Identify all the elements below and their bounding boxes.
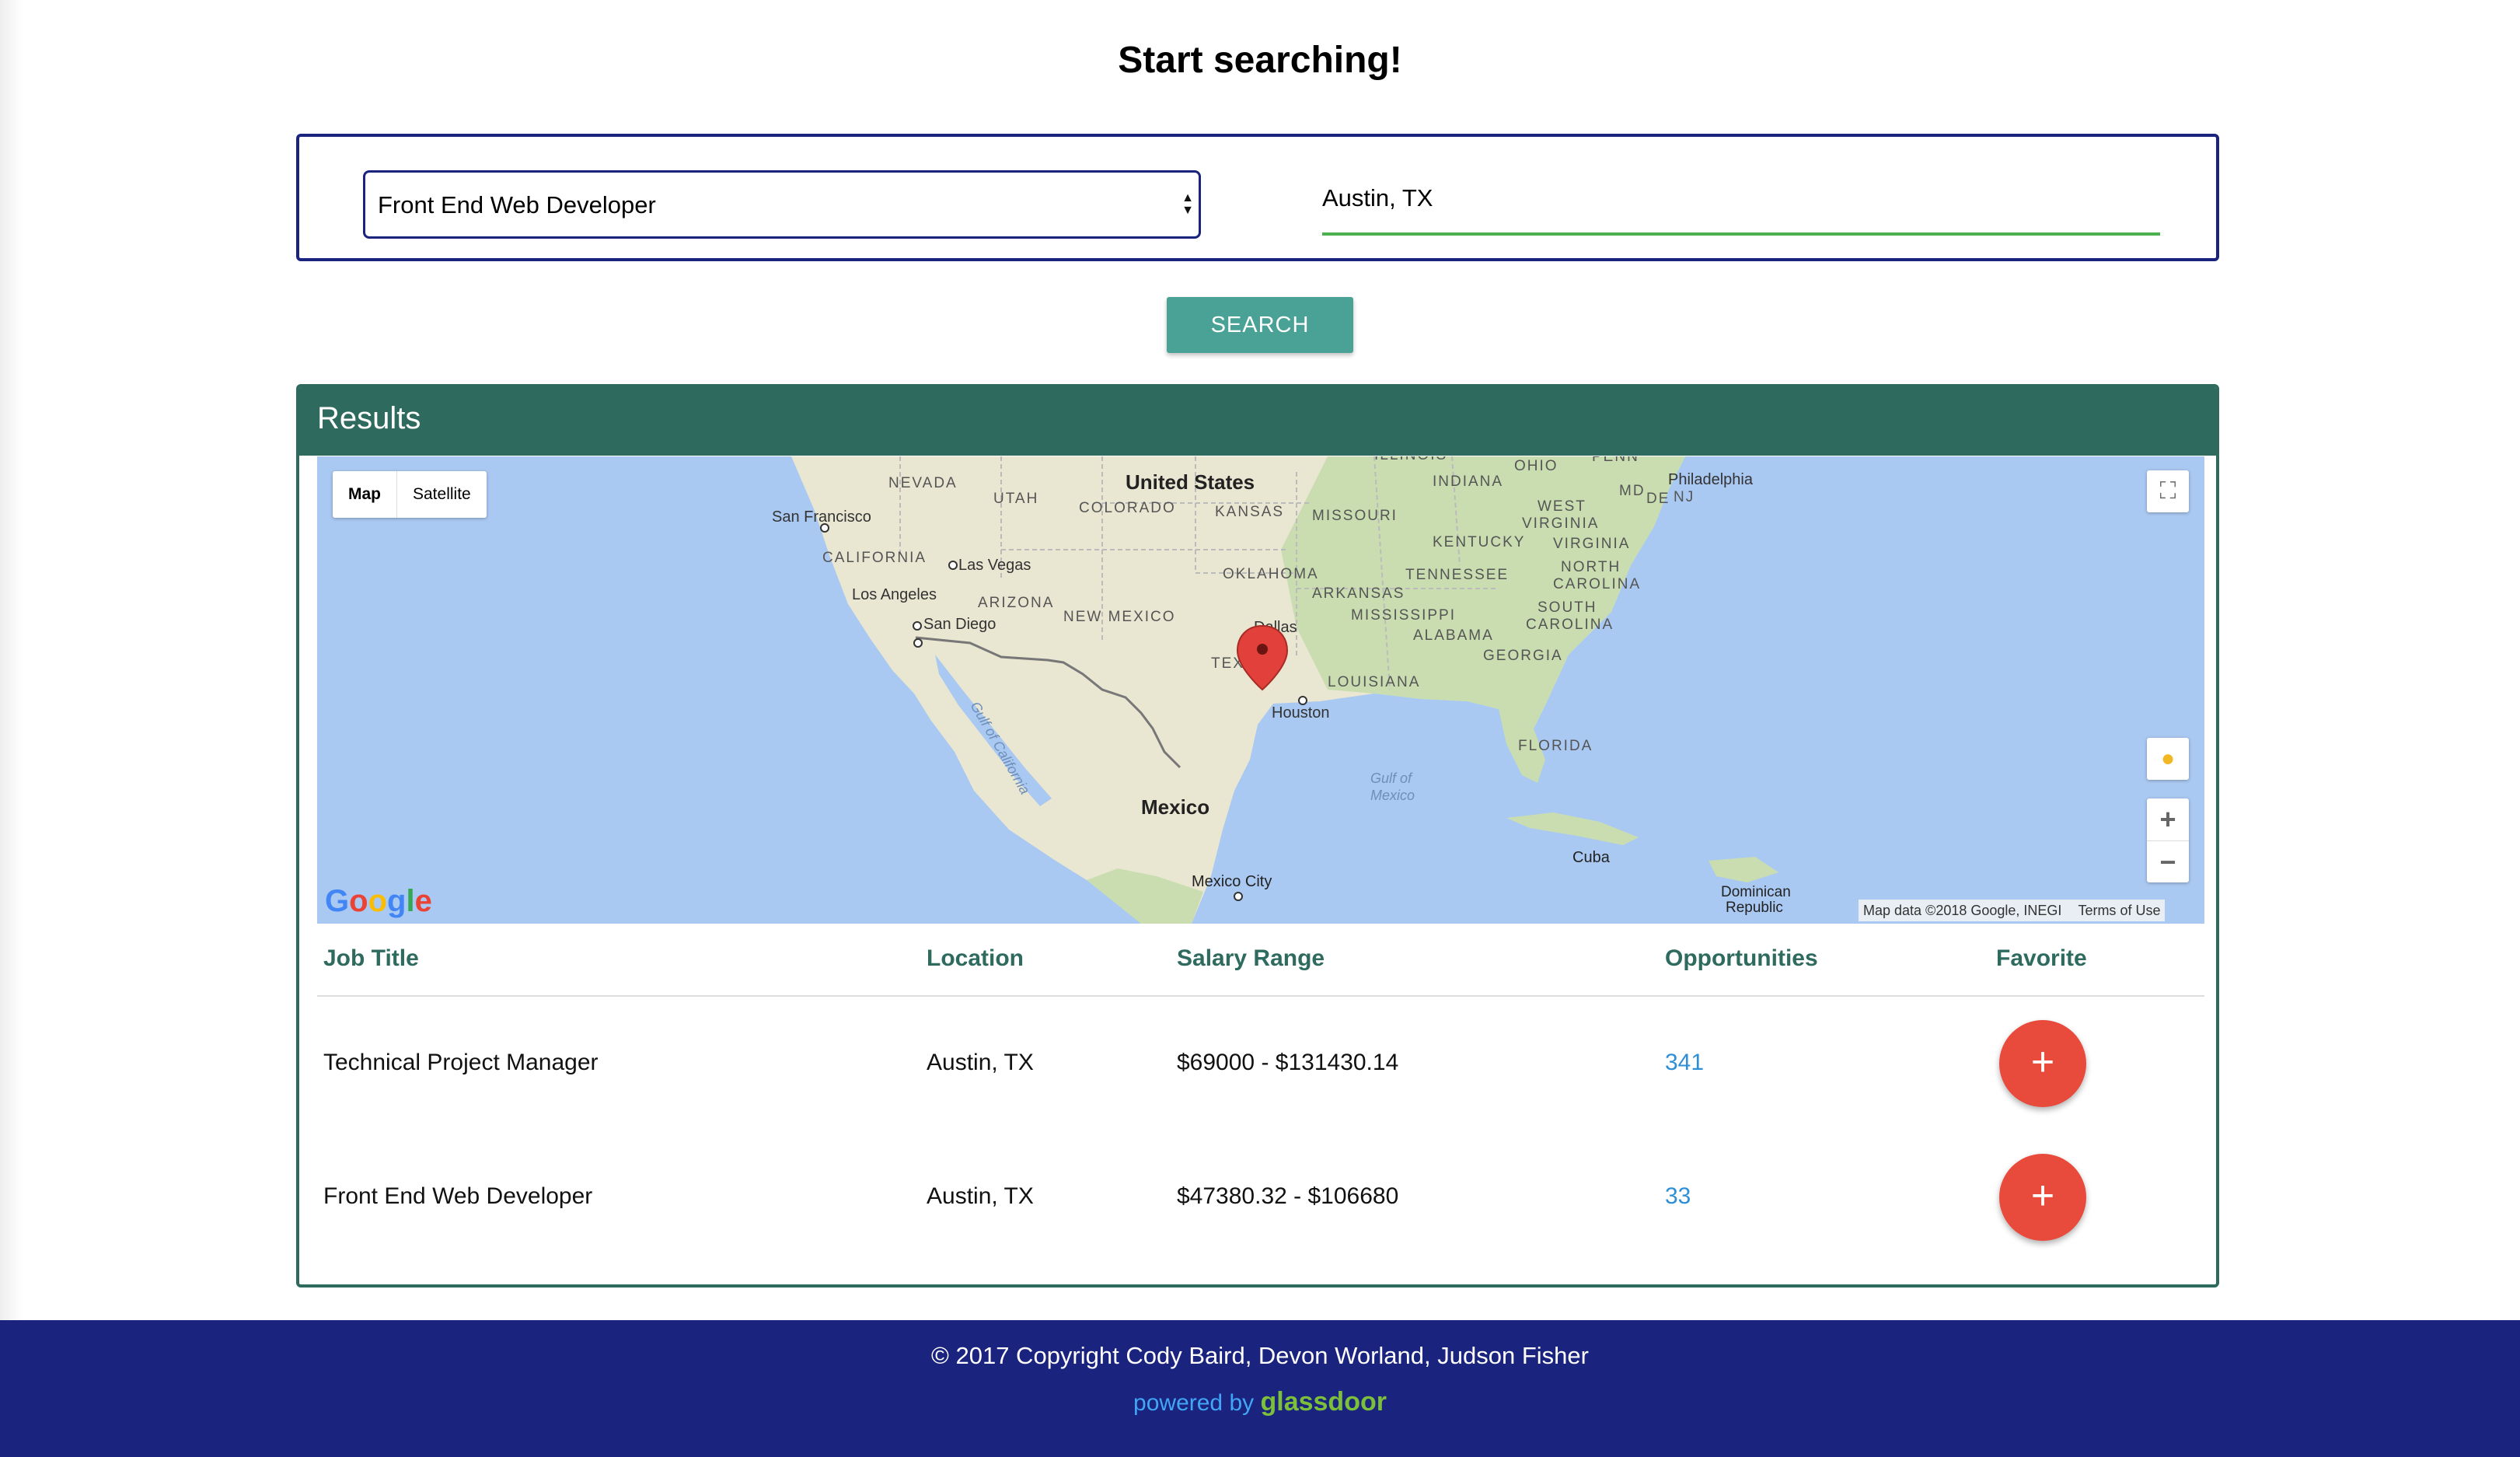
map-label: CALIFORNIA — [822, 550, 927, 566]
map-attribution-text: Map data ©2018 Google, INEGI — [1863, 903, 2062, 918]
row-opportunities-link[interactable]: 33 — [1665, 1130, 1691, 1263]
results-map[interactable]: United States Mexico NEVADA UTAH COLORAD… — [317, 456, 2204, 924]
map-attribution: Map data ©2018 Google, INEGI Terms of Us… — [1859, 900, 2166, 921]
page-title: Start searching! — [1118, 40, 1402, 81]
location-input[interactable]: Austin, TX — [1322, 170, 2160, 236]
map-label: Philadelphia — [1668, 471, 1754, 488]
map-label: Cuba — [1572, 849, 1611, 866]
map-type-map-button[interactable]: Map — [333, 471, 396, 518]
map-label: Mexico — [1370, 788, 1415, 803]
zoom-control: + − — [2147, 798, 2189, 882]
job-title-select[interactable]: Front End Web Developer ▲ ▼ — [363, 170, 1201, 239]
map-label: VIRGINIA — [1522, 515, 1599, 532]
terms-of-use-link[interactable]: Terms of Use — [2078, 903, 2160, 918]
map-type-satellite-button[interactable]: Satellite — [396, 471, 487, 518]
map-label: Republic — [1726, 900, 1783, 916]
glassdoor-logo[interactable]: glassdoor — [1260, 1387, 1386, 1417]
map-label: Gulf of — [1370, 770, 1413, 786]
map-label: NORTH — [1561, 559, 1621, 575]
map-label: Houston — [1272, 704, 1330, 722]
map-label: UTAH — [993, 491, 1038, 507]
table-row: Technical Project Manager Austin, TX $69… — [317, 997, 2204, 1129]
map-label: MISSISSIPPI — [1351, 607, 1456, 624]
row-location: Austin, TX — [927, 1050, 1034, 1075]
row-salary-range: $69000 - $131430.14 — [1177, 1050, 1399, 1075]
map-label: Mexico — [1141, 795, 1209, 819]
job-title-select-value: Front End Web Developer — [378, 191, 656, 218]
map-label: ALABAMA — [1413, 627, 1494, 644]
map-label: ARKANSAS — [1312, 585, 1405, 602]
map-label: Mexico City — [1192, 873, 1272, 890]
map-label: San Diego — [923, 616, 996, 633]
map-label: KANSAS — [1215, 504, 1284, 520]
results-card: Results United States Mexico NEVADA UTAH… — [296, 384, 2219, 1288]
map-label: ARIZONA — [978, 595, 1054, 611]
map-label: San Francisco — [772, 508, 871, 526]
map-label: CAROLINA — [1553, 576, 1641, 592]
map-label: FLORIDA — [1518, 738, 1593, 754]
search-panel: Front End Web Developer ▲ ▼ Austin, TX — [296, 134, 2219, 261]
footer-copyright: © 2017 Copyright Cody Baird, Devon Worla… — [931, 1342, 1589, 1369]
map-label: DE — [1646, 491, 1670, 507]
row-opportunities-link[interactable]: 341 — [1665, 997, 1704, 1129]
map-label: Dominican — [1721, 884, 1791, 900]
map-label: OHIO — [1514, 458, 1558, 474]
zoom-in-button[interactable]: + — [2147, 798, 2189, 840]
column-header-opportunities[interactable]: Opportunities — [1665, 945, 1818, 972]
map-label: KENTUCKY — [1433, 534, 1525, 550]
column-header-job-title[interactable]: Job Title — [323, 945, 419, 972]
map-type-control: Map Satellite — [333, 471, 487, 518]
page-left-shadow — [0, 0, 23, 1322]
row-salary-range: $47380.32 - $106680 — [1177, 1183, 1399, 1209]
column-header-location[interactable]: Location — [927, 945, 1024, 972]
map-label: PENN — [1592, 456, 1639, 465]
map-label: MD — [1619, 483, 1646, 499]
map-label: TENNESSEE — [1405, 567, 1509, 583]
location-input-value: Austin, TX — [1322, 184, 1433, 211]
map-label: OKLAHOMA — [1223, 566, 1319, 582]
powered-by-text: powered by — [1133, 1390, 1255, 1416]
map-label: LOUISIANA — [1328, 674, 1420, 690]
add-favorite-button[interactable]: + — [1999, 1020, 2086, 1107]
map-canvas: United States Mexico NEVADA UTAH COLORAD… — [317, 456, 2204, 924]
map-label: MISSOURI — [1312, 508, 1398, 524]
map-label: NEVADA — [888, 475, 958, 491]
powered-by: powered by glassdoor — [0, 1387, 2520, 1417]
map-label: COLORADO — [1079, 500, 1176, 516]
map-label: Las Vegas — [958, 557, 1031, 574]
search-button[interactable]: SEARCH — [1167, 297, 1353, 353]
map-label: VIRGINIA — [1553, 536, 1630, 552]
select-arrows-icon: ▲ ▼ — [1181, 191, 1194, 217]
map-label: CAROLINA — [1526, 617, 1614, 633]
footer: © 2017 Copyright Cody Baird, Devon Worla… — [0, 1320, 2520, 1457]
row-location: Austin, TX — [927, 1183, 1034, 1209]
results-title: Results — [317, 401, 421, 435]
zoom-out-button[interactable]: − — [2147, 840, 2189, 883]
map-label: SOUTH — [1537, 599, 1597, 616]
map-label: Los Angeles — [852, 586, 937, 603]
map-label: WEST — [1537, 498, 1586, 515]
map-label: United States — [1126, 470, 1255, 494]
map-label: GEORGIA — [1483, 648, 1563, 664]
map-label: NEW MEXICO — [1063, 609, 1176, 625]
add-favorite-button[interactable]: + — [1999, 1154, 2086, 1241]
map-label: NJ — [1674, 489, 1695, 505]
column-header-salary-range[interactable]: Salary Range — [1177, 945, 1325, 972]
street-view-pegman-icon[interactable]: ● — [2147, 738, 2189, 780]
row-job-title: Technical Project Manager — [323, 1050, 599, 1075]
google-logo: Google — [325, 884, 432, 918]
table-row: Front End Web Developer Austin, TX $4738… — [317, 1130, 2204, 1263]
map-label: INDIANA — [1433, 473, 1503, 490]
results-header: Results — [299, 387, 2216, 456]
map-label: ILLINOIS — [1374, 456, 1447, 463]
row-job-title: Front End Web Developer — [323, 1183, 593, 1209]
fullscreen-icon[interactable]: ⛶ — [2147, 470, 2189, 512]
column-header-favorite[interactable]: Favorite — [1996, 945, 2087, 972]
